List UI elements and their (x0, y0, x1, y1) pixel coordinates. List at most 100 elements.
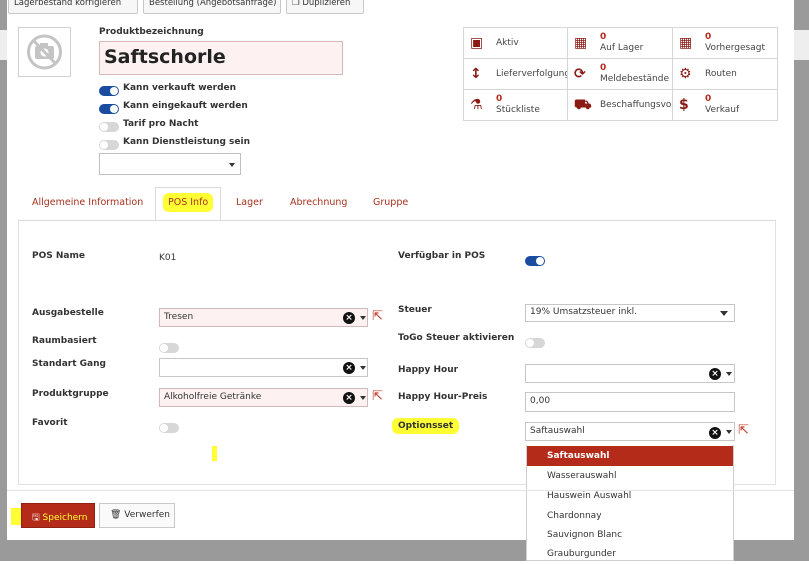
clear-output-station-icon[interactable]: × (343, 312, 355, 324)
stat-traceability-button[interactable]: ↕ Lieferverfolgung (464, 59, 568, 90)
can-be-service-toggle[interactable] (99, 140, 119, 150)
stat-active-label: Aktiv (496, 38, 519, 48)
chevron-down-icon[interactable] (360, 396, 366, 400)
stat-procurement-label: Beschaffungsvorgänge (600, 100, 673, 110)
optionset-option[interactable]: Sauvignon Blanc (527, 525, 733, 545)
chevron-down-icon[interactable] (360, 316, 366, 320)
output-station-select[interactable]: Tresen (159, 308, 368, 327)
footer-separator (7, 490, 794, 491)
favorite-label: Favorit (32, 418, 68, 428)
can-be-service-label: Kann Dienstleistung sein (123, 137, 250, 147)
refresh-icon: ⟳ (574, 66, 586, 82)
correct-stock-button[interactable]: Lagerbestand korrigieren (8, 0, 138, 14)
available-in-pos-label: Verfügbar in POS (398, 251, 486, 261)
can-be-sold-label: Kann verkauft werden (123, 83, 237, 93)
cogs-icon: ⚙ (679, 66, 692, 82)
stat-procurement-button[interactable]: ⛟ Beschaffungsvorgänge (568, 90, 673, 121)
stat-sales-label: Verkauf (705, 105, 740, 115)
product-name-input[interactable]: Saftschorle (99, 41, 343, 75)
rate-per-night-label: Tarif pro Nacht (123, 119, 199, 129)
room-based-label: Raumbasiert (32, 336, 97, 346)
modal-backdrop-left (0, 0, 7, 561)
pos-name-value[interactable]: K01 (159, 253, 176, 263)
optionset-select[interactable]: Saftauswahl (525, 422, 735, 441)
optionset-option[interactable]: Chardonnay (527, 506, 733, 526)
save-icon: 🖫 (32, 513, 43, 523)
save-button[interactable]: 🖫 Speichern (21, 503, 95, 528)
output-station-label: Ausgabestelle (32, 308, 104, 318)
stat-reordering-button[interactable]: ⟳ 0 Meldebestände (568, 59, 673, 90)
tab-group[interactable]: Gruppe (373, 197, 408, 208)
tab-accounting[interactable]: Abrechnung (290, 197, 347, 208)
happy-hour-label: Happy Hour (398, 365, 459, 375)
clear-happy-hour-icon[interactable]: × (709, 368, 721, 380)
duplicate-button[interactable]: ❐ Duplizieren (286, 0, 364, 14)
clear-default-course-icon[interactable]: × (343, 362, 355, 374)
stat-forecast-button[interactable]: ▦ 0 Vorhergesagt (673, 28, 778, 59)
arrows-vertical-icon: ↕ (470, 66, 482, 82)
save-button-label: Speichern (42, 513, 88, 523)
tab-pos-info[interactable]: POS Info (163, 193, 214, 212)
building-icon: ▦ (679, 35, 693, 51)
stat-bom-button[interactable]: ⚗ 0 Stückliste (464, 90, 568, 121)
rate-per-night-toggle[interactable] (99, 122, 119, 132)
chevron-down-icon[interactable] (726, 430, 732, 434)
tax-value: 19% Umsatzsteuer inkl. (530, 307, 638, 317)
default-course-select[interactable] (159, 358, 368, 377)
clear-product-group-icon[interactable]: × (343, 392, 355, 404)
optionset-option[interactable]: Saftauswahl (527, 446, 733, 466)
order-rfq-button[interactable]: Bestellung (Angebotsanfrage) (143, 0, 281, 14)
tab-inventory[interactable]: Lager (236, 197, 263, 208)
external-link-icon[interactable]: ⇱ (372, 310, 383, 323)
happy-hour-price-label: Happy Hour-Preis (398, 392, 488, 402)
happy-hour-price-input[interactable]: 0,00 (525, 392, 735, 412)
product-group-select[interactable]: Alkoholfreie Getränke (159, 388, 368, 407)
chevron-down-icon (229, 163, 235, 167)
stat-bom-label: Stückliste (496, 105, 540, 115)
stat-reordering-label: Meldebestände (600, 74, 669, 84)
optionset-option[interactable]: Wasserauswahl (527, 466, 733, 486)
togo-tax-toggle[interactable] (525, 338, 545, 348)
tab-general-information[interactable]: Allgemeine Information (32, 197, 143, 208)
stat-sales-button[interactable]: $ 0 Verkauf (673, 90, 778, 121)
default-course-label: Standart Gang (32, 359, 106, 369)
favorite-toggle[interactable] (159, 423, 179, 433)
stat-on-hand-button[interactable]: ▦ 0 Auf Lager (568, 28, 673, 59)
pos-name-label: POS Name (32, 251, 85, 261)
available-in-pos-toggle[interactable] (525, 256, 545, 266)
optionset-value: Saftauswahl (530, 426, 585, 436)
discard-button[interactable]: 🗑 Verwerfen (99, 503, 175, 528)
stat-sales-number: 0 (705, 94, 712, 104)
product-image-placeholder[interactable] (18, 27, 71, 77)
trash-icon: 🗑 (110, 510, 125, 520)
clear-optionset-icon[interactable]: × (709, 427, 721, 439)
chevron-down-icon[interactable] (360, 366, 366, 370)
togo-tax-label: ToGo Steuer aktivieren (398, 333, 515, 343)
optionset-dropdown-list: Saftauswahl Wasserauswahl Hauswein Auswa… (526, 445, 734, 561)
stat-traceability-label: Lieferverfolgung (496, 69, 568, 79)
optionset-option[interactable]: Hauswein Auswahl (527, 486, 733, 506)
chevron-down-icon[interactable] (720, 311, 728, 316)
external-link-icon[interactable]: ⇱ (738, 424, 749, 437)
product-name-label: Produktbezeichnung (99, 27, 204, 37)
tax-select[interactable]: 19% Umsatzsteuer inkl. (525, 304, 735, 322)
stat-on-hand-number: 0 (600, 32, 607, 42)
duplicate-label: Duplizieren (302, 0, 351, 8)
output-station-value: Tresen (164, 312, 194, 322)
stat-reordering-number: 0 (600, 63, 607, 73)
building-icon: ▦ (574, 35, 588, 51)
stat-routes-label: Routen (705, 69, 737, 79)
external-link-icon[interactable]: ⇱ (372, 390, 383, 403)
flask-icon: ⚗ (470, 97, 483, 113)
can-be-purchased-toggle[interactable] (99, 104, 119, 114)
background-strip-left (0, 30, 7, 60)
chevron-down-icon[interactable] (726, 372, 732, 376)
stat-routes-button[interactable]: ⚙ Routen (673, 59, 778, 90)
room-based-toggle[interactable] (159, 343, 179, 353)
happy-hour-select[interactable] (525, 364, 735, 383)
stat-active-button[interactable]: ▣ Aktiv (464, 28, 568, 59)
product-type-select[interactable] (99, 153, 241, 175)
optionset-option[interactable]: Grauburgunder (527, 544, 733, 564)
dollar-icon: $ (679, 97, 689, 113)
can-be-sold-toggle[interactable] (99, 86, 119, 96)
